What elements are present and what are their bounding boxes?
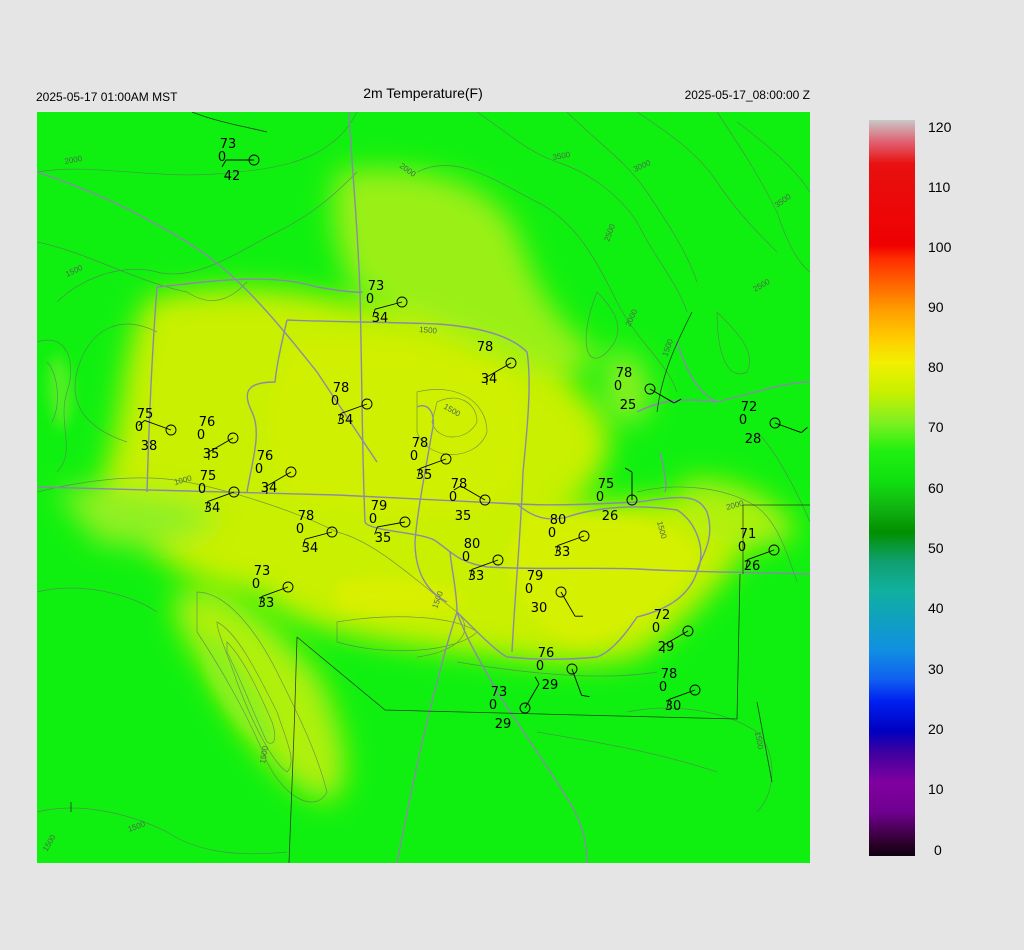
station-pressure: 0 <box>525 582 533 597</box>
station-pressure: 0 <box>614 379 622 394</box>
station-dewpoint: 33 <box>258 596 275 611</box>
colorbar-tick: 20 <box>928 721 944 737</box>
station-dewpoint: 26 <box>744 559 761 574</box>
colorbar-tick: 50 <box>928 540 944 556</box>
station-dewpoint: 34 <box>337 413 354 428</box>
station-dewpoint: 34 <box>204 501 221 516</box>
contour-label: 1500 <box>419 325 438 336</box>
colorbar-tick: 30 <box>928 661 944 677</box>
station-dewpoint: 26 <box>602 509 619 524</box>
station-pressure: 0 <box>135 420 143 435</box>
station-dewpoint: 35 <box>416 468 433 483</box>
colorbar-tick: 10 <box>928 781 944 797</box>
colorbar-tick: 70 <box>928 419 944 435</box>
temperature-colorbar <box>869 120 915 856</box>
station-dewpoint: 25 <box>620 398 637 413</box>
station-pressure: 0 <box>252 577 260 592</box>
station-dewpoint: 30 <box>665 699 682 714</box>
station-pressure: 0 <box>596 490 604 505</box>
station-pressure: 0 <box>296 522 304 537</box>
colorbar-tick: 60 <box>928 480 944 496</box>
station-pressure: 0 <box>489 698 497 713</box>
station-dewpoint: 29 <box>658 640 675 655</box>
colorbar-tick: 40 <box>928 600 944 616</box>
utc-time-label: 2025-05-17_08:00:00 Z <box>684 88 810 102</box>
station-dewpoint: 29 <box>495 717 512 732</box>
colorbar-gradient <box>869 120 915 856</box>
station-pressure: 0 <box>462 550 470 565</box>
station-dewpoint: 35 <box>455 509 472 524</box>
colorbar-tick: 0 <box>934 842 942 858</box>
station-pressure: 0 <box>366 292 374 307</box>
temperature-map: 2000 2000 3000 3500 3500 2500 2500 2000 … <box>37 112 810 863</box>
colorbar-tick: 100 <box>928 239 952 255</box>
station-pressure: 0 <box>659 680 667 695</box>
station-dewpoint: 30 <box>531 601 548 616</box>
station-pressure: 0 <box>369 512 377 527</box>
station-dewpoint: 34 <box>372 311 389 326</box>
station-pressure: 0 <box>331 394 339 409</box>
colorbar-tick: 120 <box>928 119 952 135</box>
station-pressure: 0 <box>197 428 205 443</box>
colorbar-tick: 110 <box>928 179 951 195</box>
station-dewpoint: 28 <box>745 432 762 447</box>
station-dewpoint: 33 <box>468 569 485 584</box>
station-dewpoint: 33 <box>554 545 571 560</box>
station-pressure: 0 <box>198 482 206 497</box>
station-pressure: 0 <box>652 621 660 636</box>
colorbar-tick: 80 <box>928 359 944 375</box>
station-pressure: 0 <box>548 526 556 541</box>
station-dewpoint: 34 <box>302 541 319 556</box>
station-temperature: 78 <box>477 340 494 355</box>
station-dewpoint: 34 <box>261 481 278 496</box>
station-pressure: 0 <box>739 413 747 428</box>
station-pressure: 0 <box>449 490 457 505</box>
station-pressure: 0 <box>410 449 418 464</box>
station-dewpoint: 35 <box>203 447 220 462</box>
station-pressure: 0 <box>218 150 226 165</box>
station-dewpoint: 35 <box>375 531 392 546</box>
station-dewpoint: 38 <box>141 439 158 454</box>
station-dewpoint: 29 <box>542 678 559 693</box>
station-dewpoint: 42 <box>224 169 241 184</box>
station-pressure: 0 <box>738 540 746 555</box>
station-pressure: 0 <box>536 659 544 674</box>
station-pressure: 0 <box>255 462 263 477</box>
colorbar-tick: 90 <box>928 299 944 315</box>
station-dewpoint: 34 <box>481 372 498 387</box>
